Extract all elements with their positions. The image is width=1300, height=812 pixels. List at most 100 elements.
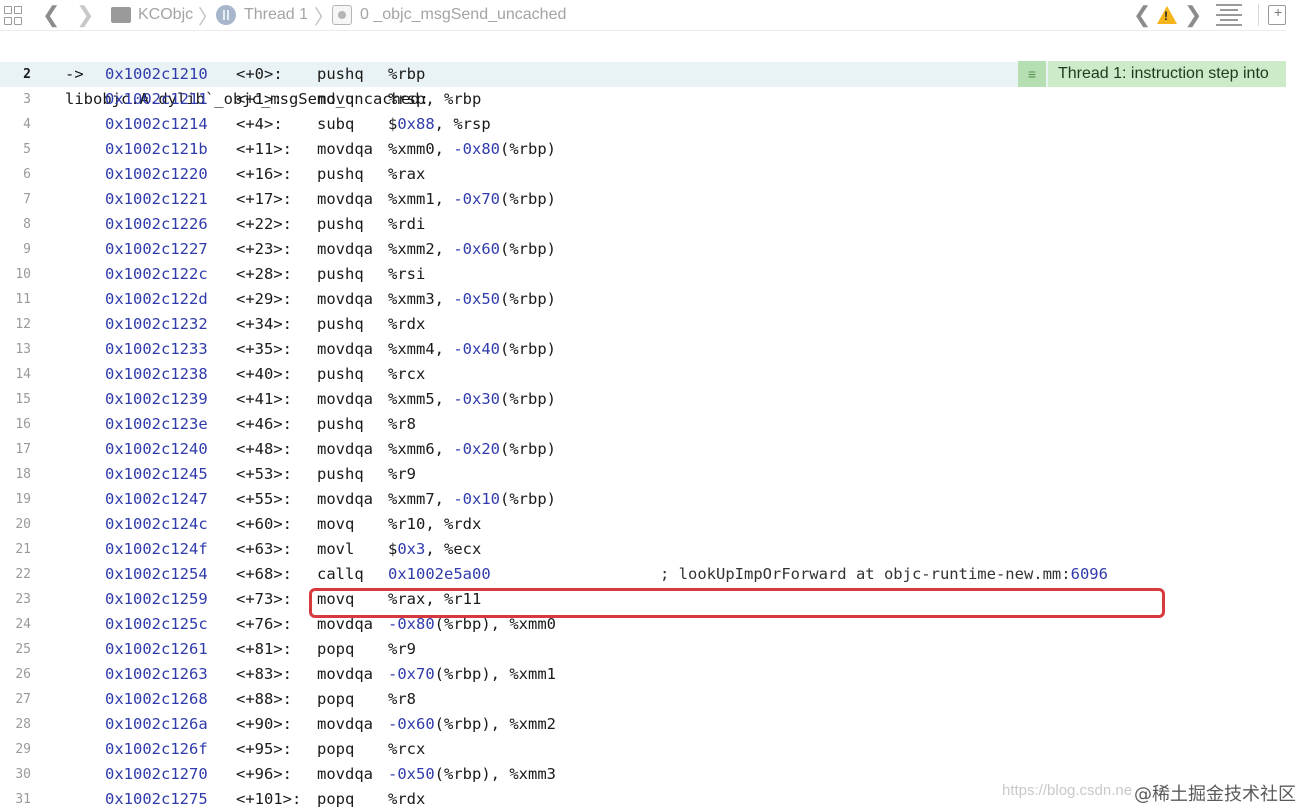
instruction-offset: <+96>: [236,762,292,787]
operand-text: (%rbp) [500,140,556,158]
instruction-row[interactable]: 15 0x1002c1239 <+41>: movdqa %xmm5, -0x30(%r… [0,387,1286,412]
line-number: 11 [15,292,31,307]
line-number: 8 [23,217,31,232]
offset-bracket: >: [273,590,293,608]
offset-bracket: >: [282,790,302,808]
offset-bracket: < [236,540,246,558]
instruction-row[interactable]: 13 0x1002c1233 <+35>: movdqa %xmm4, -0x40(%r… [0,337,1286,362]
instruction-row[interactable]: 12 0x1002c1232 <+34>: pushq %rdx [0,312,1286,337]
operands: $0x88, %rsp [388,112,491,137]
offset-bracket: >: [273,365,293,383]
operand-text: %xmm4, [388,340,454,358]
mnemonic: pushq [317,365,364,383]
instruction-row[interactable]: 19 0x1002c1247 <+55>: movdqa %xmm7, -0x10(%r… [0,487,1286,512]
offset-bracket: >: [273,490,293,508]
offset-value: +96 [245,765,274,783]
offset-bracket: < [236,165,246,183]
numeric-literal: -0x70 [388,665,435,683]
instruction-row[interactable]: 14 0x1002c1238 <+40>: pushq %rcx [0,362,1286,387]
instruction-row[interactable]: 10 0x1002c122c <+28>: pushq %rsi [0,262,1286,287]
mnemonic: movdqa [317,390,373,408]
forward-chevron-icon[interactable]: ❯ [76,0,94,30]
offset-bracket: < [236,740,246,758]
instruction-row[interactable]: 26 0x1002c1263 <+83>: movdqa -0x70(%rbp), %x… [0,662,1286,687]
minimap-lines-icon[interactable] [1216,0,1242,30]
warning-icon[interactable]: ! [1157,0,1177,30]
operands: %xmm5, -0x30(%rbp) [388,387,556,412]
instruction-address: 0x1002c123e [105,415,208,433]
instruction-row[interactable]: 29 0x1002c126f <+95>: popq %rcx [0,737,1286,762]
breadcrumb-frame[interactable]: 0 _objc_msgSend_uncached [360,0,566,30]
operand-text: %xmm5, [388,390,454,408]
instruction-offset: <+29>: [236,287,292,312]
instruction-address: 0x1002c124f [105,540,208,558]
numeric-literal: 6096 [1070,565,1108,583]
instruction-row[interactable]: 27 0x1002c1268 <+88>: popq %r8 [0,687,1286,712]
line-number: 22 [15,567,31,582]
instruction-row[interactable]: 16 0x1002c123e <+46>: pushq %r8 [0,412,1286,437]
instruction-row[interactable]: 4 0x1002c1214 <+4>: subq $0x88, %rsp [0,112,1286,137]
instruction-row[interactable]: 7 0x1002c1221 <+17>: movdqa %xmm1, -0x70(%rb… [0,187,1286,212]
instruction-offset: <+83>: [236,662,292,687]
instruction-address: 0x1002c124c [105,515,208,533]
offset-value: +23 [245,240,274,258]
offset-bracket: >: [273,715,293,733]
line-number: 31 [15,792,31,807]
instruction-row[interactable]: 20 0x1002c124c <+60>: movq %r10, %rdx [0,512,1286,537]
instruction-row[interactable]: 9 0x1002c1227 <+23>: movdqa %xmm2, -0x60(%rb… [0,237,1286,262]
instruction-row[interactable]: 21 0x1002c124f <+63>: movl $0x3, %ecx [0,537,1286,562]
instruction-row[interactable]: 3 0x1002c1211 <+1>: movq %rsp, %rbp [0,87,1286,112]
instruction-row[interactable]: 6 0x1002c1220 <+16>: pushq %rax [0,162,1286,187]
instruction-offset: <+34>: [236,312,292,337]
instruction-row[interactable]: 22 0x1002c1254 <+68>: callq 0x1002e5a00 ; loo… [0,562,1286,587]
operand-text: (%rbp) [500,490,556,508]
instruction-row[interactable]: 11 0x1002c122d <+29>: movdqa %xmm3, -0x50(%r… [0,287,1286,312]
instruction-row[interactable]: 8 0x1002c1226 <+22>: pushq %rdi [0,212,1286,237]
offset-bracket: >: [273,665,293,683]
disassembly-header-row: 1 libobjc.A.dylib`_objc_msgSend_uncached… [0,37,1286,108]
numeric-literal: -0x50 [453,290,500,308]
instruction-offset: <+95>: [236,737,292,762]
offset-bracket: >: [273,640,293,658]
offset-bracket: < [236,765,246,783]
operand-text: %xmm3, [388,290,454,308]
instruction-offset: <+41>: [236,387,292,412]
thread-status-badge[interactable]: ≡ Thread 1: instruction step into [1018,61,1288,87]
instruction-offset: <+35>: [236,337,292,362]
operand-text: %xmm0, [388,140,454,158]
offset-bracket: < [236,440,246,458]
instruction-row[interactable]: 18 0x1002c1245 <+53>: pushq %r9 [0,462,1286,487]
related-items-grid-icon[interactable] [4,0,24,30]
line-number: 21 [15,542,31,557]
breadcrumb-thread[interactable]: Thread 1 [244,0,308,30]
offset-value: +28 [245,265,274,283]
instruction-address: 0x1002c1239 [105,390,208,408]
breadcrumb-project[interactable]: KCObjc [138,0,193,30]
instruction-address: 0x1002c122d [105,290,208,308]
instruction-row[interactable]: 17 0x1002c1240 <+48>: movdqa %xmm6, -0x20(%r… [0,437,1286,462]
offset-bracket: < [236,340,246,358]
operands: %rdi [388,212,425,237]
back-chevron-icon[interactable]: ❮ [42,0,60,30]
add-editor-icon[interactable] [1268,0,1286,30]
instruction-row[interactable]: 28 0x1002c126a <+90>: movdqa -0x60(%rbp), %x… [0,712,1286,737]
next-issue-chevron-icon[interactable]: ❯ [1184,0,1202,30]
operand-text: %r8 [388,690,416,708]
offset-bracket: >: [273,315,293,333]
offset-bracket: >: [273,265,293,283]
instruction-address: 0x1002c1275 [105,790,208,808]
instruction-row[interactable]: 5 0x1002c121b <+11>: movdqa %xmm0, -0x80(%rb… [0,137,1286,162]
line-number: 29 [15,742,31,757]
offset-value: +101 [245,790,283,808]
editor-scrollbar[interactable] [1286,30,1300,810]
instruction-address: 0x1002c1238 [105,365,208,383]
line-number: 23 [15,592,31,607]
instruction-offset: <+11>: [236,137,292,162]
offset-value: +29 [245,290,274,308]
operand-text: %xmm1, [388,190,454,208]
operand-text: %r8 [388,415,416,433]
instruction-row[interactable]: 25 0x1002c1261 <+81>: popq %r9 [0,637,1286,662]
disassembly-editor[interactable]: 1 libobjc.A.dylib`_objc_msgSend_uncached… [0,30,1300,810]
offset-bracket: < [236,590,246,608]
previous-issue-chevron-icon[interactable]: ❮ [1133,0,1151,30]
